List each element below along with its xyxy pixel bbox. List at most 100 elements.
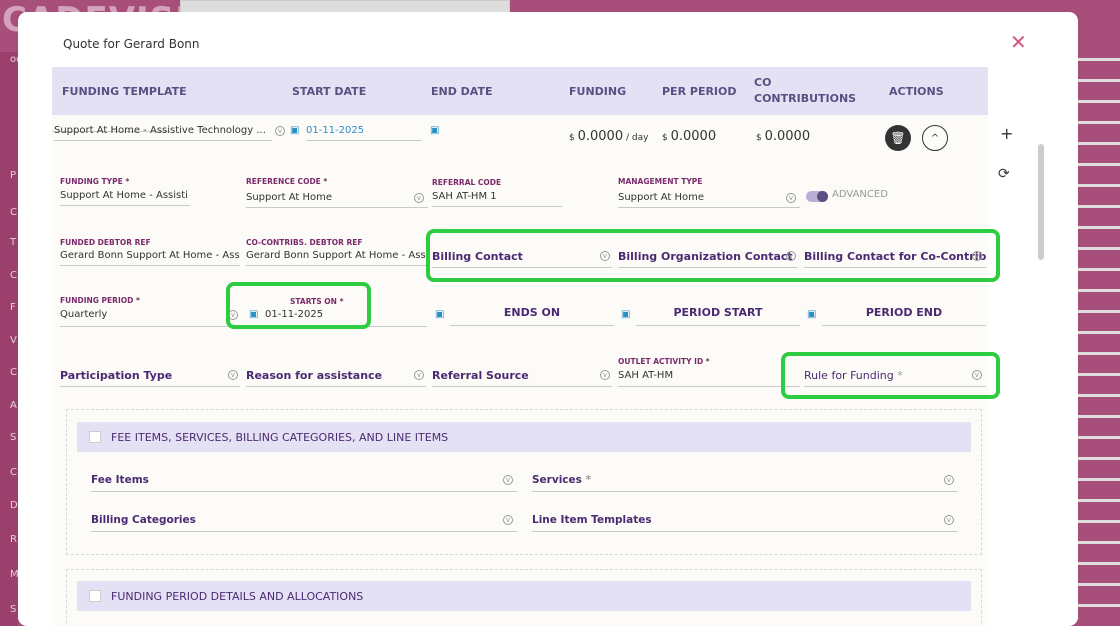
funding-period-field[interactable]: Quarterly — [60, 309, 240, 327]
funded-debtor-ref-field[interactable]: Gerard Bonn Support At Home - Ass — [60, 250, 240, 266]
outlet-activity-field[interactable]: SAH AT-HM — [618, 370, 800, 387]
funding-amount: $ 0.0000 / day — [569, 129, 648, 144]
chevron-down-icon[interactable]: v — [414, 370, 424, 380]
management-type-label: MANAGEMENT TYPE — [618, 177, 703, 186]
sidebar-letter: C — [10, 367, 17, 378]
highlight-rule-for-funding — [781, 352, 1000, 399]
referral-code-field[interactable]: SAH AT-HM 1 — [432, 191, 562, 207]
ends-on-field[interactable]: ENDS ON — [450, 306, 614, 326]
fee-items-field[interactable]: Fee Items — [91, 474, 517, 492]
co-contribs-debtor-ref-label: CO-CONTRIBS. DEBTOR REF — [246, 238, 363, 247]
fee-items-section: FEE ITEMS, SERVICES, BILLING CATEGORIES,… — [66, 409, 982, 555]
funding-type-field[interactable]: Support At Home - Assisti — [60, 190, 190, 206]
sidebar-letter: S — [10, 432, 17, 443]
section-title: FEE ITEMS, SERVICES, BILLING CATEGORIES,… — [111, 430, 449, 444]
chevron-down-icon[interactable]: v — [503, 475, 513, 485]
sidebar-letter: F — [10, 302, 16, 313]
chevron-down-icon[interactable]: v — [414, 193, 424, 203]
funding-currency: $ — [569, 133, 575, 143]
section-title: FUNDING PERIOD DETAILS AND ALLOCATIONS — [111, 589, 364, 603]
line-item-templates-field[interactable]: Line Item Templates — [532, 514, 958, 532]
quote-modal: Quote for Gerard Bonn ✕ FUNDING TEMPLATE… — [18, 12, 1078, 626]
section-checkbox[interactable] — [89, 590, 101, 602]
per-period-currency: $ — [662, 133, 668, 143]
services-field[interactable]: Services * — [532, 474, 958, 492]
collapse-icon[interactable]: ^ — [922, 125, 948, 151]
chevron-down-icon[interactable]: v — [600, 370, 610, 380]
chevron-down-icon[interactable]: v — [228, 370, 238, 380]
funding-type-label: FUNDING TYPE * — [60, 177, 130, 186]
close-icon[interactable]: ✕ — [1010, 30, 1027, 54]
col-per-period: PER PERIOD — [662, 84, 737, 98]
scrollbar[interactable] — [1038, 144, 1044, 260]
co-value: 0.0000 — [764, 129, 811, 144]
calendar-icon[interactable]: ▣ — [430, 125, 439, 136]
calendar-icon[interactable]: ▣ — [621, 309, 630, 320]
reason-field[interactable]: Reason for assistance — [246, 369, 426, 387]
calendar-icon[interactable]: ▣ — [807, 309, 816, 320]
refresh-icon[interactable]: ⟳ — [998, 166, 1010, 182]
per-period-amount: $ 0.0000 — [662, 129, 716, 144]
toggle-knob — [817, 191, 828, 202]
participation-type-field[interactable]: Participation Type — [60, 369, 240, 387]
table-header: FUNDING TEMPLATE START DATE END DATE FUN… — [52, 67, 988, 115]
referral-code-label: REFERRAL CODE — [432, 178, 502, 187]
sidebar-letter: S — [10, 604, 17, 615]
sidebar-letter: C — [10, 467, 17, 478]
col-funding-template: FUNDING TEMPLATE — [62, 84, 187, 98]
sidebar-letter: C — [10, 270, 17, 281]
col-end-date: END DATE — [431, 84, 493, 98]
sidebar-letter: V — [10, 335, 17, 346]
reference-code-label: REFERENCE CODE * — [246, 177, 328, 186]
funding-period-label: FUNDING PERIOD * — [60, 296, 140, 305]
chevron-down-icon[interactable]: v — [275, 126, 285, 136]
delete-icon[interactable]: 🗑 — [885, 125, 911, 151]
sidebar-letter: D — [10, 500, 18, 511]
co-contribs-debtor-ref-field[interactable]: Gerard Bonn Support At Home - Ass — [246, 250, 426, 266]
modal-title: Quote for Gerard Bonn — [63, 37, 200, 51]
outlet-activity-label: OUTLET ACTIVITY ID * — [618, 357, 710, 366]
co-contributions-amount: $ 0.0000 — [756, 129, 810, 144]
chevron-down-icon[interactable]: v — [503, 515, 513, 525]
advanced-label: ADVANCED — [832, 189, 888, 200]
section-header[interactable]: FUNDING PERIOD DETAILS AND ALLOCATIONS — [77, 581, 971, 611]
co-currency: $ — [756, 133, 762, 143]
funded-debtor-ref-label: FUNDED DEBTOR REF — [60, 238, 151, 247]
sidebar-letter: A — [10, 400, 17, 411]
funding-value: 0.0000 — [577, 129, 624, 144]
funding-unit: / day — [625, 133, 649, 143]
section-header[interactable]: FEE ITEMS, SERVICES, BILLING CATEGORIES,… — [77, 422, 971, 452]
services-label: Services — [532, 474, 582, 486]
sidebar-letter: C — [10, 207, 17, 218]
template-field[interactable]: Support At Home - Assistive Technology .… — [54, 125, 272, 141]
background-sidebar: ook P C T C F V C A S C D R M S — [0, 52, 28, 626]
chevron-down-icon[interactable]: v — [786, 193, 796, 203]
billing-categories-field[interactable]: Billing Categories — [91, 514, 517, 532]
col-co-contributions: CO CONTRIBUTIONS — [754, 76, 857, 105]
add-icon[interactable]: + — [1000, 124, 1013, 143]
chevron-down-icon[interactable]: v — [944, 475, 954, 485]
sidebar-letter: T — [10, 237, 17, 248]
reference-code-field[interactable]: Support At Home — [246, 192, 428, 208]
col-actions: ACTIONS — [889, 84, 944, 98]
sidebar-letter: P — [10, 170, 17, 181]
advanced-toggle[interactable] — [806, 191, 828, 202]
sidebar-letter: R — [10, 534, 17, 545]
calendar-icon[interactable]: ▣ — [435, 309, 444, 320]
start-date-field[interactable]: 01-11-2025 — [306, 125, 422, 141]
highlight-billing-contacts — [426, 229, 1000, 282]
highlight-starts-on — [226, 282, 371, 329]
col-funding: FUNDING — [569, 84, 627, 98]
section-checkbox[interactable] — [89, 431, 101, 443]
funding-period-section: FUNDING PERIOD DETAILS AND ALLOCATIONS — [66, 569, 982, 626]
per-period-value: 0.0000 — [670, 129, 717, 144]
period-start-field[interactable]: PERIOD START — [636, 306, 800, 326]
col-start-date: START DATE — [292, 84, 367, 98]
chevron-down-icon[interactable]: v — [944, 515, 954, 525]
services-required: * — [585, 474, 592, 486]
management-type-field[interactable]: Support At Home — [618, 192, 800, 208]
background-list — [1078, 40, 1120, 620]
referral-source-field[interactable]: Referral Source — [432, 369, 612, 387]
calendar-icon[interactable]: ▣ — [290, 125, 299, 136]
period-end-field[interactable]: PERIOD END — [822, 306, 986, 326]
